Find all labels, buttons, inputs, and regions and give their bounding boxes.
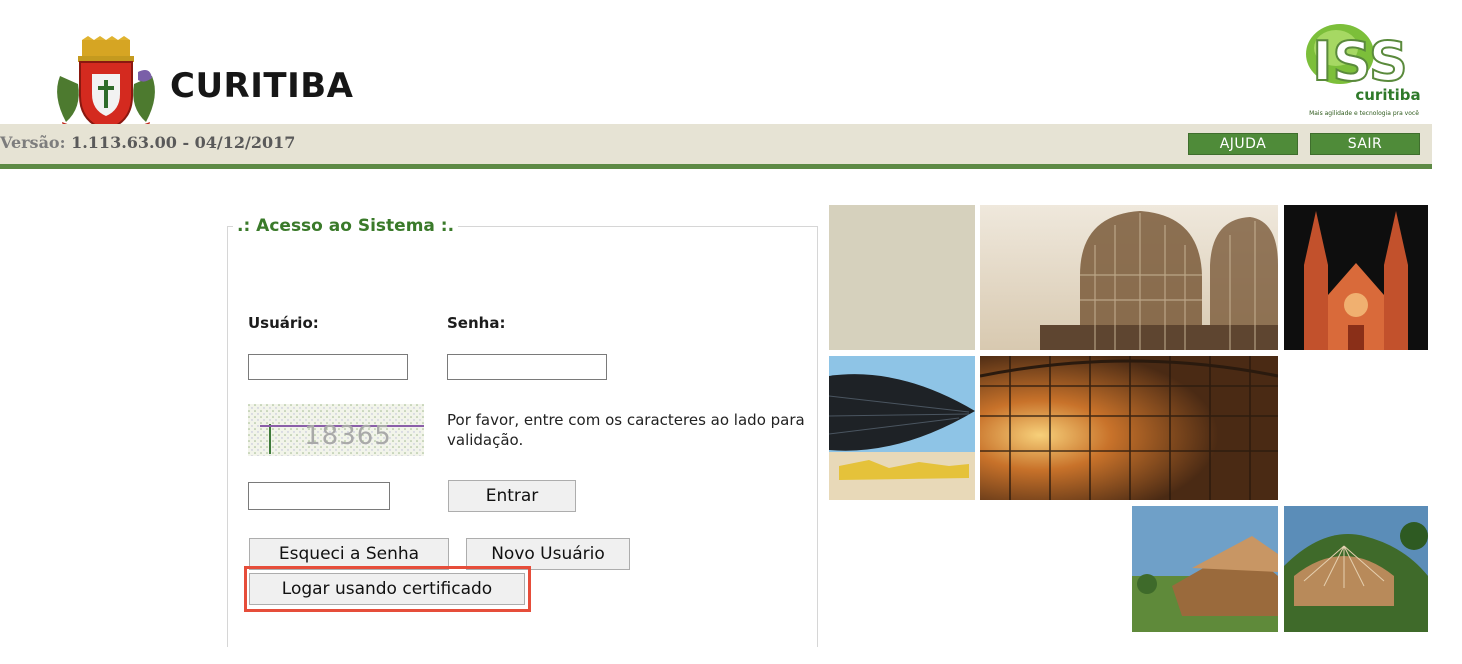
login-legend: .: Acesso ao Sistema :. <box>233 216 459 236</box>
help-button[interactable]: AJUDA <box>1188 133 1298 155</box>
page-header: CURITIBA ISS curitiba Mais agilidade e t… <box>0 0 1462 170</box>
iss-logo-text: ISS <box>1312 30 1407 93</box>
version-label: Versão: <box>0 133 66 152</box>
photo-wooden-pavilion <box>1132 506 1278 632</box>
username-input[interactable] <box>248 354 408 380</box>
photo-botanical-garden <box>980 205 1278 350</box>
coat-of-arms-logo <box>57 36 155 136</box>
highlight-box <box>244 566 531 612</box>
password-label: Senha: <box>447 314 506 332</box>
version-info: Versão: 1.113.63.00 - 04/12/2017 <box>0 133 295 152</box>
iss-logo-subtitle: curitiba <box>1355 86 1420 104</box>
captcha-code: 18365 <box>304 421 392 451</box>
iss-slogan: Mais agilidade e tecnologia pra você <box>1309 110 1419 117</box>
captcha-input[interactable] <box>248 482 390 510</box>
exit-button[interactable]: SAIR <box>1310 133 1420 155</box>
password-input[interactable] <box>447 354 607 380</box>
photo-cathedral <box>1284 205 1428 350</box>
submit-button[interactable]: Entrar <box>448 480 576 512</box>
photo-oscar-niemeyer-museum <box>829 356 975 500</box>
username-label: Usuário: <box>248 314 319 332</box>
captcha-image: 18365 <box>248 404 424 456</box>
version-value: 1.113.63.00 - 04/12/2017 <box>71 133 296 152</box>
header-divider <box>0 164 1432 169</box>
iss-curitiba-logo: ISS curitiba <box>1306 24 1421 104</box>
city-name: CURITIBA <box>170 66 354 106</box>
photo-greenhouse-sunset <box>980 356 1278 500</box>
photo-wire-opera <box>1284 506 1428 632</box>
photo-tile-blank <box>829 205 975 350</box>
captcha-instructions: Por favor, entre com os caracteres ao la… <box>447 411 805 449</box>
